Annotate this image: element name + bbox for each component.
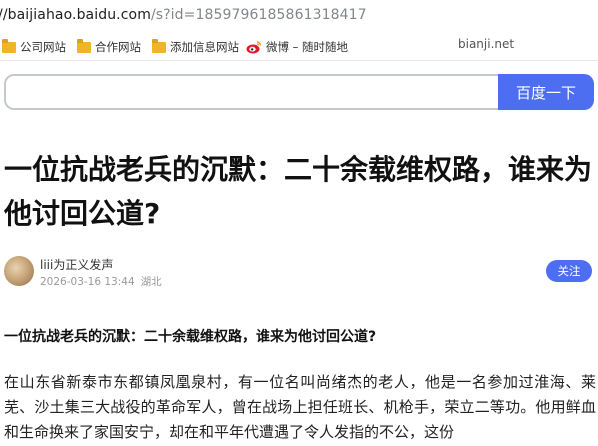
follow-button[interactable]: 关注 bbox=[546, 260, 592, 282]
folder-icon bbox=[2, 38, 16, 53]
bookmark-company-sites[interactable]: 公司网站 bbox=[2, 38, 66, 55]
search-input[interactable] bbox=[4, 74, 502, 110]
search-button[interactable]: 百度一下 bbox=[498, 74, 594, 110]
weibo-icon bbox=[246, 41, 262, 54]
bookmark-label: 添加信息网站 bbox=[170, 40, 239, 54]
bookmark-label: 合作网站 bbox=[95, 40, 141, 54]
bookmark-partner-sites[interactable]: 合作网站 bbox=[77, 38, 141, 55]
url-text[interactable]: //baijiahao.baidu.com/s?id=1859796185861… bbox=[0, 7, 367, 23]
bookmark-label: 公司网站 bbox=[20, 40, 66, 54]
author-meta: 2026-03-16 13:44 湖北 bbox=[40, 274, 168, 289]
publish-location: 湖北 bbox=[140, 276, 162, 288]
author-name[interactable]: liii为正义发声 bbox=[40, 256, 113, 273]
avatar[interactable] bbox=[4, 256, 34, 286]
search-bar: 百度一下 bbox=[4, 74, 594, 110]
publish-timestamp: 2026-03-16 13:44 bbox=[40, 276, 135, 288]
address-bar[interactable]: //baijiahao.baidu.com/s?id=1859796185861… bbox=[0, 0, 598, 30]
url-host: //baijiahao.baidu.com bbox=[0, 7, 151, 23]
article-subtitle: 一位抗战老兵的沉默：二十余载维权路，谁来为他讨回公道? bbox=[4, 329, 377, 345]
article-body: 在山东省新泰市东都镇凤凰泉村，有一位名叫尚绪杰的老人，他是一名参加过淮海、莱芜、… bbox=[4, 373, 596, 441]
article-title: 一位抗战老兵的沉默：二十余载维权路，谁来为他讨回公道? bbox=[4, 153, 593, 230]
watermark: bianji.net bbox=[458, 37, 515, 51]
author-row: liii为正义发声 2026-03-16 13:44 湖北 关注 bbox=[4, 254, 594, 290]
url-path: /s?id=1859796185861318417 bbox=[150, 7, 367, 23]
bookmark-add-info-sites[interactable]: 添加信息网站 bbox=[152, 38, 239, 55]
folder-icon bbox=[77, 38, 91, 53]
folder-icon bbox=[152, 38, 166, 53]
bookmark-weibo[interactable]: 微博 – 随时随地 bbox=[246, 39, 348, 55]
bookmark-label: 微博 – 随时随地 bbox=[266, 40, 349, 54]
